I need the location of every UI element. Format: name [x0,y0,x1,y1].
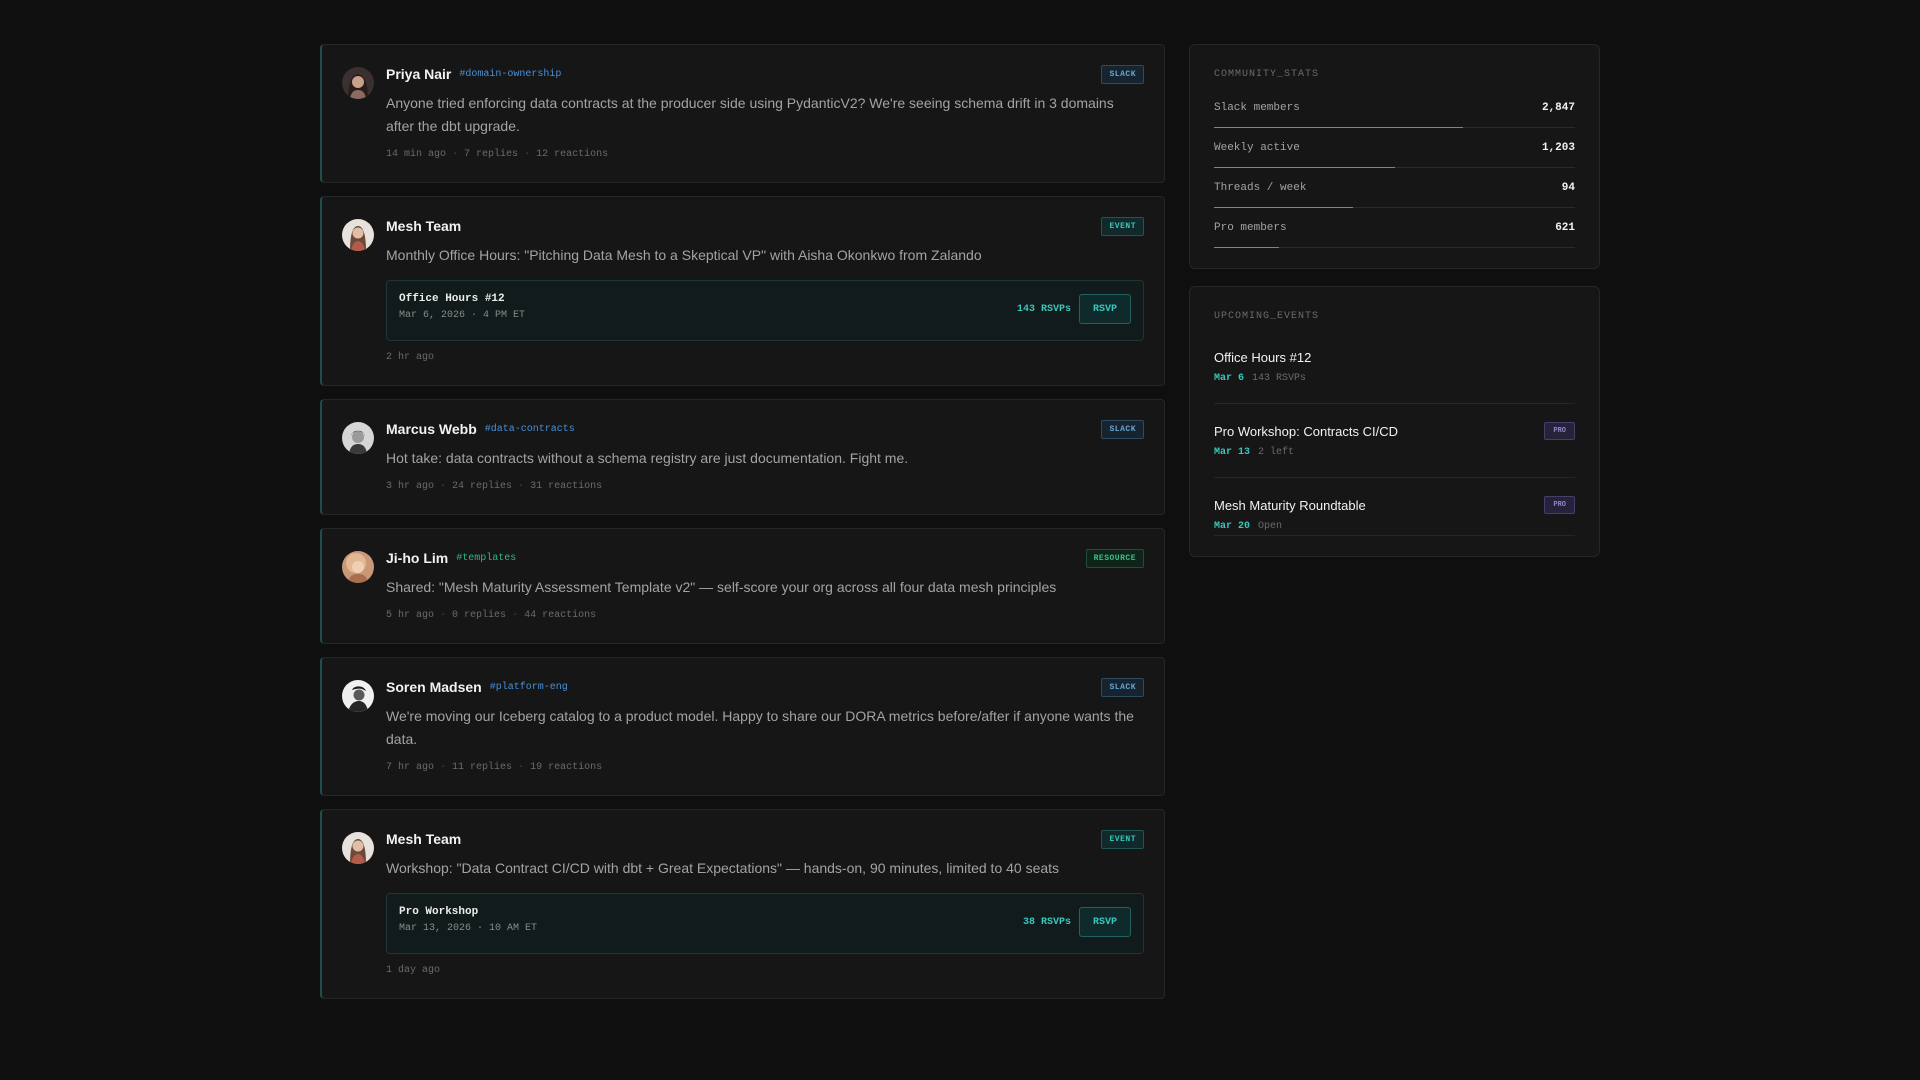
reaction-count[interactable]: 19 reactions [512,762,602,773]
post-meta: 5 hr ago0 replies44 reactions [386,610,1144,621]
rsvp-count: 143 RSVPs [1016,303,1071,315]
post-time: 2 hr ago [386,352,435,363]
channel-link[interactable]: #templates [456,553,516,564]
activity-feed: Priya Nair #domain-ownership SLACK Anyon… [320,44,1165,1012]
reply-count[interactable]: 0 replies [434,610,506,621]
stat-label: Weekly active [1214,142,1300,154]
post-body: Anyone tried enforcing data contracts at… [386,95,1114,134]
stat-bar [1214,247,1279,248]
avatar[interactable] [342,67,374,99]
event-card[interactable]: Office Hours #12 Mar 6, 2026 · 4 PM ET 1… [386,280,1144,341]
event-name[interactable]: Mesh Maturity Roundtable [1214,498,1575,513]
author-name[interactable]: Marcus Webb [386,421,477,437]
event-title: Pro Workshop [399,906,479,918]
feed-post[interactable]: Mesh Team EVENT Workshop: "Data Contract… [320,809,1165,999]
event-name[interactable]: Office Hours #12 [1214,350,1575,365]
post-body: Hot take: data contracts without a schem… [386,450,909,466]
stat-row: Pro members 621 [1214,208,1575,248]
feed-post[interactable]: Marcus Webb #data-contracts SLACK Hot ta… [320,399,1165,515]
rsvp-button[interactable]: RSVP [1079,294,1131,324]
panel-title: UPCOMING_EVENTS [1214,311,1320,322]
event-date: Mar 13, 2026 · 10 AM ET [399,923,538,934]
rsvp-button[interactable]: RSVP [1079,907,1131,937]
avatar[interactable] [342,422,374,454]
event-date: Mar 13 [1214,447,1251,458]
stat-value: 1,203 [1541,142,1575,154]
stat-value: 621 [1555,222,1575,234]
pro-badge: PRO [1544,496,1575,514]
stat-label: Threads / week [1214,182,1307,194]
post-body: Shared: "Mesh Maturity Assessment Templa… [386,579,1057,595]
author-name[interactable]: Ji-ho Lim [386,550,448,566]
source-badge: SLACK [1101,678,1144,697]
reaction-count[interactable]: 44 reactions [506,610,596,621]
event-info: 143 RSVPs [1252,373,1307,384]
event-card[interactable]: Pro Workshop Mar 13, 2026 · 10 AM ET 38 … [386,893,1144,954]
community-stats-panel: COMMUNITY_STATS Slack members 2,847 Week… [1189,44,1600,269]
stat-value: 94 [1561,182,1575,194]
panel-title: COMMUNITY_STATS [1214,69,1320,80]
reaction-count[interactable]: 31 reactions [512,481,602,492]
upcoming-events-panel: UPCOMING_EVENTS Office Hours #12 Mar 6 14… [1189,286,1600,557]
channel-link[interactable]: #platform-eng [490,682,568,693]
stat-row: Weekly active 1,203 [1214,128,1575,168]
event-badge: EVENT [1101,217,1144,236]
post-time: 7 hr ago [386,762,435,773]
post-time: 14 min ago [386,149,447,160]
upcoming-event-item[interactable]: Pro Workshop: Contracts CI/CD Mar 13 2 le… [1214,404,1575,478]
author-name[interactable]: Priya Nair [386,66,451,82]
post-meta: 3 hr ago24 replies31 reactions [386,481,1144,492]
event-badge: EVENT [1101,830,1144,849]
upcoming-event-item[interactable]: Mesh Maturity Roundtable Mar 20 Open PRO [1214,478,1575,536]
event-info: 2 left [1258,447,1295,458]
source-badge: SLACK [1101,65,1144,84]
sidebar: COMMUNITY_STATS Slack members 2,847 Week… [1189,44,1600,557]
rsvp-count: 38 RSVPs [1022,916,1071,928]
upcoming-event-item[interactable]: Office Hours #12 Mar 6 143 RSVPs [1214,330,1575,404]
avatar[interactable] [342,680,374,712]
feed-post[interactable]: Priya Nair #domain-ownership SLACK Anyon… [320,44,1165,183]
avatar[interactable] [342,832,374,864]
post-time: 5 hr ago [386,610,435,621]
channel-link[interactable]: #data-contracts [485,424,575,435]
post-meta: 2 hr ago [386,352,1144,363]
pro-badge: PRO [1544,422,1575,440]
avatar[interactable] [342,219,374,251]
post-meta: 7 hr ago11 replies19 reactions [386,762,1144,773]
event-info: Open [1258,521,1283,532]
author-name[interactable]: Mesh Team [386,831,461,847]
post-time: 3 hr ago [386,481,435,492]
post-body: Workshop: "Data Contract CI/CD with dbt … [386,860,1060,876]
post-body: Monthly Office Hours: "Pitching Data Mes… [386,247,982,263]
feed-post[interactable]: Mesh Team EVENT Monthly Office Hours: "P… [320,196,1165,386]
source-badge: SLACK [1101,420,1144,439]
avatar[interactable] [342,551,374,583]
stat-label: Slack members [1214,102,1300,114]
reply-count[interactable]: 11 replies [434,762,512,773]
event-name[interactable]: Pro Workshop: Contracts CI/CD [1214,424,1575,439]
event-date: Mar 6 [1214,373,1245,384]
author-name[interactable]: Mesh Team [386,218,461,234]
channel-link[interactable]: #domain-ownership [459,69,561,80]
stat-value: 2,847 [1541,102,1575,114]
event-date: Mar 20 [1214,521,1251,532]
feed-post[interactable]: Soren Madsen #platform-eng SLACK We're m… [320,657,1165,796]
post-body: We're moving our Iceberg catalog to a pr… [386,708,1134,747]
resource-badge: RESOURCE [1085,549,1144,568]
feed-post[interactable]: Ji-ho Lim #templates RESOURCE Shared: "M… [320,528,1165,644]
reply-count[interactable]: 24 replies [434,481,512,492]
stat-row: Threads / week 94 [1214,168,1575,208]
author-name[interactable]: Soren Madsen [386,679,482,695]
post-meta: 14 min ago7 replies12 reactions [386,149,1144,160]
stat-row: Slack members 2,847 [1214,88,1575,128]
reply-count[interactable]: 7 replies [446,149,518,160]
post-meta: 1 day ago [386,965,1144,976]
stat-label: Pro members [1214,222,1287,234]
post-time: 1 day ago [386,965,441,976]
reaction-count[interactable]: 12 reactions [518,149,608,160]
